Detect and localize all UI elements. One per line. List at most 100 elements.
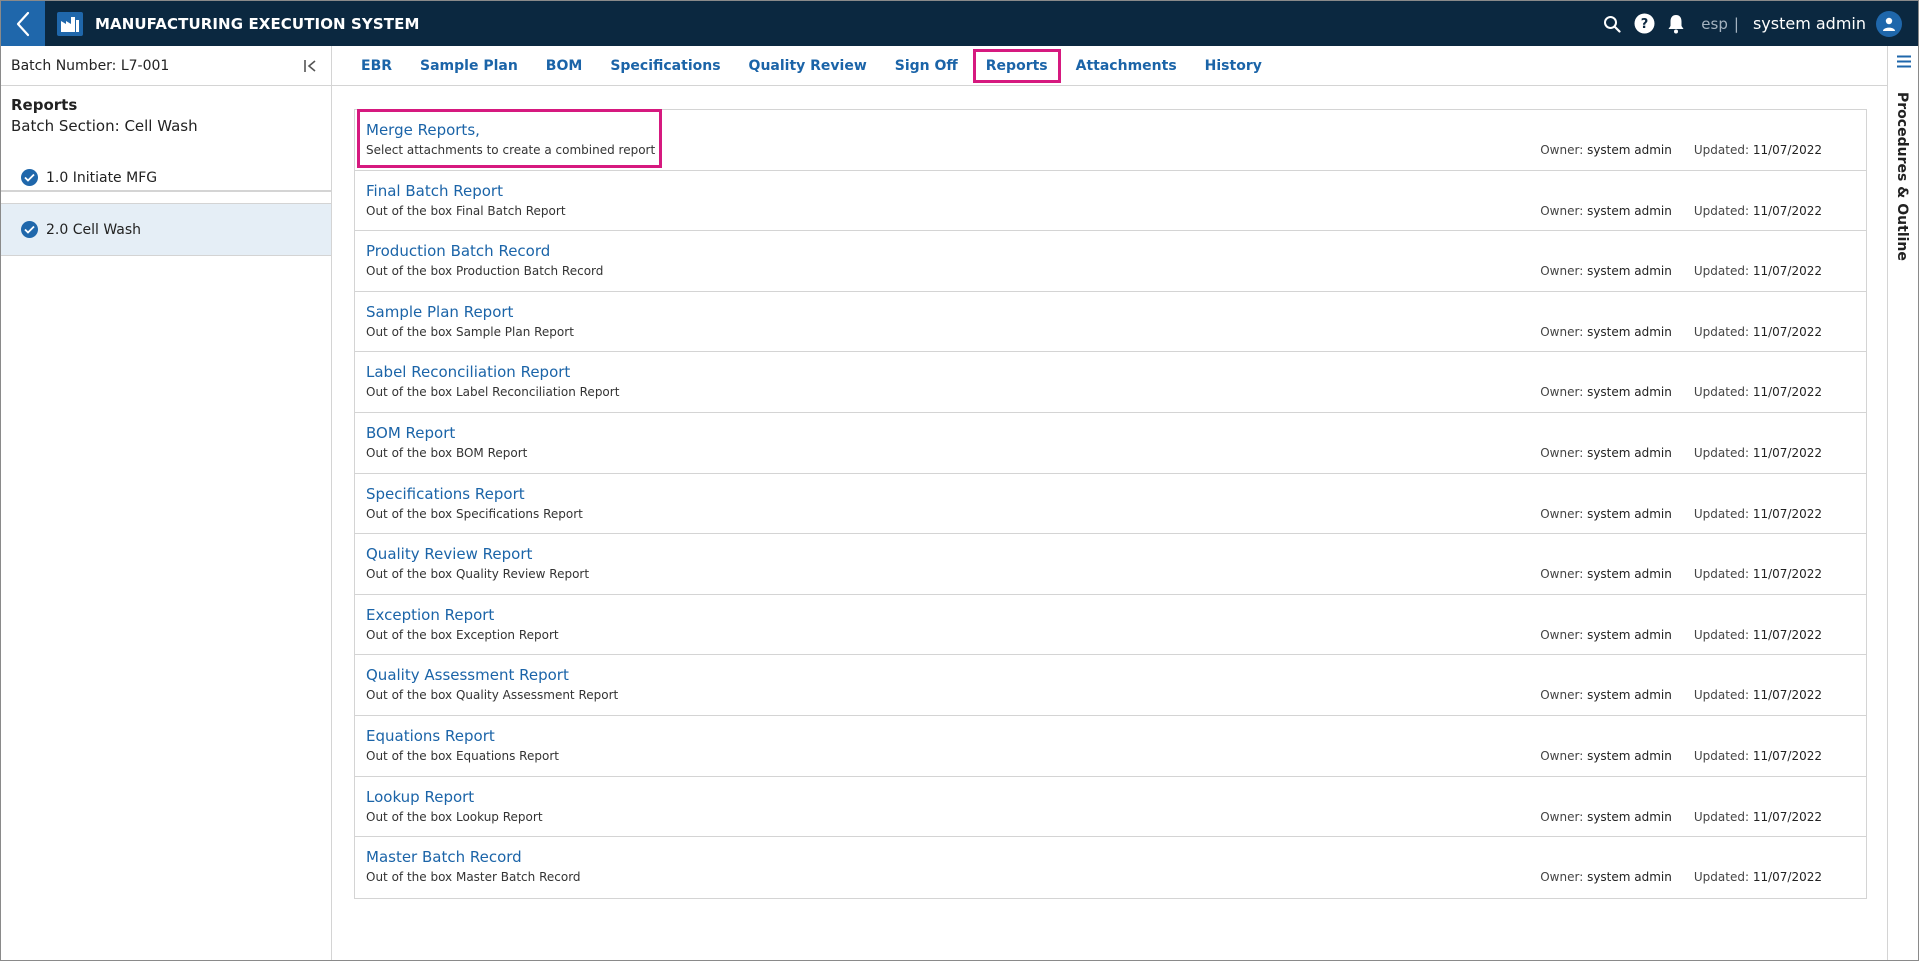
report-meta: Owner: system admin Updated: 11/07/2022 — [1540, 507, 1822, 521]
tab-sample-plan[interactable]: Sample Plan — [407, 49, 531, 83]
report-updated: Updated: 11/07/2022 — [1694, 628, 1822, 642]
batch-section-list: 1.0 Initiate MFG 2.0 Cell Wash — [1, 152, 331, 256]
nav-item-label: 2.0 Cell Wash — [46, 221, 142, 238]
nav-item-initiate-mfg[interactable]: 1.0 Initiate MFG — [1, 152, 331, 204]
report-link[interactable]: Final Batch Report — [366, 182, 503, 200]
report-owner: Owner: system admin — [1540, 325, 1672, 339]
owner-value: system admin — [1587, 870, 1672, 885]
procedures-outline-toggle[interactable]: Procedures & Outline — [1894, 92, 1910, 261]
report-meta: Owner: system admin Updated: 11/07/2022 — [1540, 385, 1822, 399]
report-meta: Owner: system admin Updated: 11/07/2022 — [1540, 446, 1822, 460]
updated-value: 11/07/2022 — [1752, 324, 1822, 339]
avatar[interactable] — [1876, 10, 1902, 37]
report-link[interactable]: Exception Report — [366, 606, 494, 624]
updated-value: 11/07/2022 — [1752, 264, 1822, 279]
report-description: Out of the box Specifications Report — [366, 506, 583, 521]
report-updated: Updated: 11/07/2022 — [1694, 567, 1822, 581]
report-updated: Updated: 11/07/2022 — [1694, 507, 1822, 521]
report-row: Exception Report Out of the box Exception… — [355, 595, 1866, 656]
owner-value: system admin — [1587, 567, 1672, 582]
updated-label: Updated: — [1693, 445, 1749, 460]
report-link[interactable]: Quality Assessment Report — [366, 666, 569, 684]
report-owner: Owner: system admin — [1540, 446, 1672, 460]
report-row: Sample Plan Report Out of the box Sample … — [355, 292, 1866, 353]
updated-value: 11/07/2022 — [1752, 203, 1822, 218]
report-link[interactable]: Sample Plan Report — [366, 303, 513, 321]
owner-label: Owner: — [1540, 203, 1584, 218]
factory-logo-icon — [56, 10, 84, 38]
report-link[interactable]: Merge Reports, — [366, 121, 480, 139]
report-meta: Owner: system admin Updated: 11/07/2022 — [1540, 204, 1822, 218]
report-description: Out of the box Equations Report — [366, 748, 559, 763]
outline-menu-icon[interactable] — [1888, 46, 1918, 76]
report-row: Quality Assessment Report Out of the box … — [355, 655, 1866, 716]
tab-history[interactable]: History — [1192, 49, 1275, 83]
report-link[interactable]: Master Batch Record — [366, 848, 522, 866]
report-updated: Updated: 11/07/2022 — [1694, 264, 1822, 278]
user-name[interactable]: system admin — [1753, 14, 1866, 33]
batch-header: Batch Number: L7-001 — [1, 46, 331, 86]
report-link[interactable]: Lookup Report — [366, 788, 474, 806]
report-row: Production Batch Record Out of the box Pr… — [355, 231, 1866, 292]
app-title: MANUFACTURING EXECUTION SYSTEM — [95, 14, 420, 33]
report-row: Merge Reports, Select attachments to crea… — [355, 109, 1866, 171]
owner-label: Owner: — [1540, 385, 1584, 400]
updated-value: 11/07/2022 — [1752, 143, 1822, 157]
tab-quality-review[interactable]: Quality Review — [736, 49, 880, 83]
report-updated: Updated: 11/07/2022 — [1694, 870, 1822, 884]
owner-label: Owner: — [1540, 264, 1584, 279]
report-owner: Owner: system admin — [1540, 567, 1672, 581]
owner-label: Owner: — [1540, 567, 1584, 582]
report-row: Final Batch Report Out of the box Final B… — [355, 171, 1866, 232]
updated-label: Updated: — [1693, 506, 1749, 521]
owner-label: Owner: — [1540, 445, 1584, 460]
owner-value: system admin — [1587, 748, 1672, 763]
report-link[interactable]: Label Reconciliation Report — [366, 363, 570, 381]
updated-label: Updated: — [1693, 688, 1749, 703]
report-row: Specifications Report Out of the box Spec… — [355, 474, 1866, 535]
help-icon[interactable]: ? — [1633, 13, 1655, 35]
report-description: Out of the box Production Batch Record — [366, 264, 604, 279]
nav-item-cell-wash[interactable]: 2.0 Cell Wash — [1, 204, 331, 256]
report-row: Equations Report Out of the box Equations… — [355, 716, 1866, 777]
updated-value: 11/07/2022 — [1752, 567, 1822, 582]
owner-label: Owner: — [1540, 748, 1584, 763]
report-owner: Owner: system admin — [1540, 749, 1672, 763]
report-description: Out of the box Label Reconciliation Repo… — [366, 385, 620, 400]
report-updated: Updated: 11/07/2022 — [1694, 749, 1822, 763]
report-link[interactable]: Specifications Report — [366, 485, 525, 503]
updated-label: Updated: — [1693, 264, 1749, 279]
report-link[interactable]: Quality Review Report — [366, 545, 532, 563]
owner-value: system admin — [1587, 809, 1672, 824]
report-updated: Updated: 11/07/2022 — [1694, 143, 1822, 157]
tab-reports[interactable]: Reports — [972, 48, 1061, 83]
owner-label: Owner: — [1540, 143, 1584, 157]
report-link[interactable]: Equations Report — [366, 727, 495, 745]
tab-specifications[interactable]: Specifications — [597, 49, 733, 83]
tab-attachments[interactable]: Attachments — [1063, 49, 1190, 83]
report-meta: Owner: system admin Updated: 11/07/2022 — [1540, 810, 1822, 824]
language-switch[interactable]: esp — [1701, 15, 1728, 33]
bell-icon[interactable] — [1665, 13, 1687, 35]
report-updated: Updated: 11/07/2022 — [1694, 204, 1822, 218]
owner-label: Owner: — [1540, 627, 1584, 642]
search-icon[interactable] — [1601, 13, 1623, 35]
updated-label: Updated: — [1693, 870, 1749, 885]
owner-label: Owner: — [1540, 809, 1584, 824]
tab-ebr[interactable]: EBR — [348, 49, 405, 83]
report-row: Master Batch Record Out of the box Master… — [355, 837, 1866, 898]
updated-value: 11/07/2022 — [1752, 688, 1822, 703]
report-link[interactable]: BOM Report — [366, 424, 455, 442]
owner-value: system admin — [1587, 264, 1672, 279]
report-description: Out of the box Exception Report — [366, 627, 559, 642]
tab-bom[interactable]: BOM — [533, 49, 596, 83]
nav-item-label: 1.0 Initiate MFG — [46, 169, 158, 186]
report-description: Out of the box Master Batch Record — [366, 870, 581, 885]
report-meta: Owner: system admin Updated: 11/07/2022 — [1540, 749, 1822, 763]
check-circle-icon — [21, 221, 38, 238]
report-meta: Owner: system admin Updated: 11/07/2022 — [1540, 567, 1822, 581]
back-button[interactable] — [1, 1, 45, 46]
report-link[interactable]: Production Batch Record — [366, 242, 550, 260]
tab-sign-off[interactable]: Sign Off — [882, 49, 971, 83]
collapse-panel-icon[interactable] — [301, 56, 321, 76]
